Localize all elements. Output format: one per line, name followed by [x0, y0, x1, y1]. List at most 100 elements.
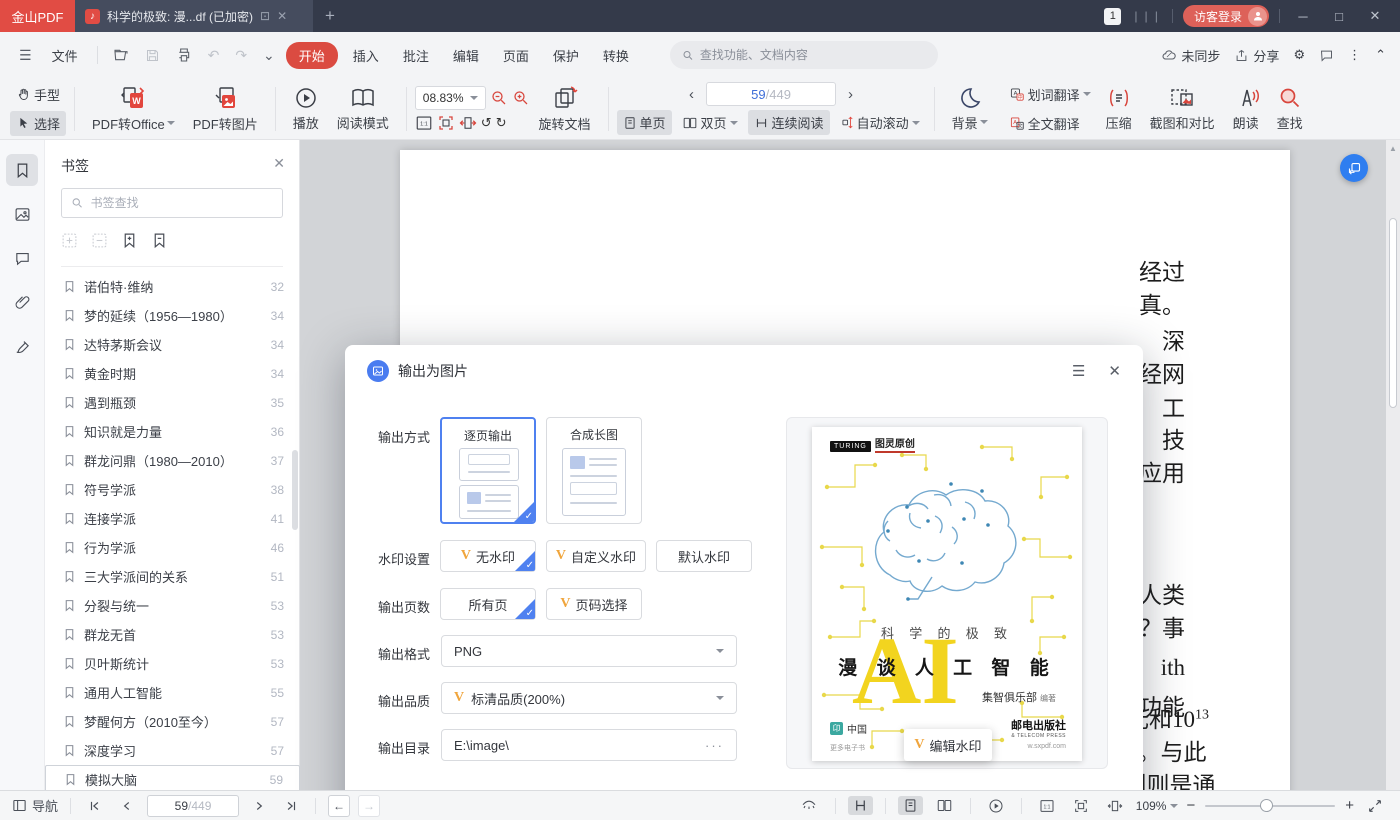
tab-start[interactable]: 开始 — [286, 42, 338, 69]
output-directory-field[interactable]: E:\image\··· — [441, 729, 737, 761]
navigation-toggle-button[interactable]: 导航 — [12, 796, 58, 815]
close-tab-icon[interactable]: ✕ — [277, 9, 287, 23]
fit-width-button[interactable] — [459, 114, 477, 132]
pdf-to-image-button[interactable]: PDF转图片 — [184, 85, 267, 133]
bookmark-search[interactable] — [61, 188, 283, 218]
double-page-mode-button[interactable] — [931, 796, 958, 815]
tab-annotate[interactable]: 批注 — [394, 42, 438, 69]
rotate-right-icon[interactable]: ↻ — [496, 115, 507, 131]
edit-watermark-button[interactable]: V编辑水印 — [904, 729, 992, 761]
tab-protect[interactable]: 保护 — [544, 42, 588, 69]
panel-scrollbar-thumb[interactable] — [292, 450, 298, 530]
menu-file[interactable]: 文件 — [43, 42, 87, 69]
bookmark-item[interactable]: 诺伯特·维纳32 — [45, 272, 300, 301]
tab-convert[interactable]: 转换 — [594, 42, 638, 69]
find-button[interactable]: 查找 — [1268, 86, 1312, 132]
reading-mode-button[interactable]: 阅读模式 — [328, 86, 398, 132]
pdf-to-office-button[interactable]: W PDF转Office — [83, 85, 184, 133]
add-bookmark-button[interactable] — [121, 232, 138, 249]
bookmark-item[interactable]: 达特茅斯会议34 — [45, 330, 300, 359]
single-page-button[interactable]: 单页 — [617, 110, 672, 135]
bookmark-item[interactable]: 贝叶斯统计53 — [45, 649, 300, 678]
window-count-badge[interactable]: 1 — [1104, 8, 1121, 25]
panel-close-icon[interactable]: ✕ — [273, 155, 285, 172]
bookmark-item[interactable]: 深度学习57 — [45, 736, 300, 765]
save-icon[interactable] — [140, 45, 165, 66]
open-file-icon[interactable] — [108, 44, 134, 66]
dialog-menu-icon[interactable]: ☰ — [1072, 362, 1085, 380]
select-tool[interactable]: 选择 — [10, 111, 66, 136]
redo-icon[interactable]: ↷ — [230, 44, 252, 67]
prev-page-button[interactable]: ‹ — [681, 86, 702, 103]
hand-tool[interactable]: 手型 — [10, 82, 66, 107]
single-page-mode-button[interactable] — [898, 796, 923, 815]
sync-status[interactable]: 未同步 — [1161, 46, 1220, 65]
bookmark-search-input[interactable] — [91, 196, 273, 210]
remove-bookmark-button[interactable] — [151, 232, 168, 249]
bookmark-item[interactable]: 三大学派间的关系51 — [45, 562, 300, 591]
zoom-in-button[interactable]: + — [1345, 797, 1354, 814]
minimize-button[interactable]: ─ — [1290, 9, 1316, 24]
collapse-ribbon-icon[interactable]: ⌃ — [1375, 47, 1386, 63]
watermark-option-custom[interactable]: V自定义水印 — [546, 540, 646, 572]
bookmark-item[interactable]: 分裂与统一53 — [45, 591, 300, 620]
chevron-down-icon[interactable]: ⌄ — [258, 44, 280, 67]
play-button[interactable]: 播放 — [284, 86, 328, 132]
collapse-all-button[interactable] — [91, 232, 108, 249]
quality-select[interactable]: V标清品质(200%) — [441, 682, 737, 714]
continuous-reading-button[interactable]: 连续阅读 — [748, 110, 830, 135]
screenshot-compare-button[interactable]: 截图和对比 — [1141, 86, 1224, 132]
full-translate-button[interactable]: A文全文翻译 — [1003, 111, 1097, 136]
bookmark-item[interactable]: 梦的延续（1956—1980）34 — [45, 301, 300, 330]
window-stack-icon[interactable]: ❘❘❘ — [1131, 10, 1162, 23]
app-tab[interactable]: 金山PDF — [0, 0, 75, 32]
browse-ellipsis-icon[interactable]: ··· — [705, 738, 724, 753]
history-forward-button[interactable]: → — [358, 795, 380, 817]
last-page-button[interactable] — [279, 797, 303, 815]
new-tab-button[interactable]: + — [313, 0, 347, 32]
signature-panel-button[interactable] — [6, 330, 38, 362]
read-aloud-button[interactable]: 朗读 — [1224, 86, 1268, 132]
page-number-box[interactable]: 59/449 — [706, 82, 836, 106]
actual-size-button[interactable]: 1:1 — [415, 114, 433, 132]
feedback-icon[interactable] — [1319, 48, 1334, 63]
document-tab[interactable]: ♪ 科学的极致: 漫...df (已加密) ⊡ ✕ — [75, 0, 313, 32]
double-page-button[interactable]: 双页 — [676, 110, 744, 135]
pages-option-all[interactable]: 所有页✓ — [440, 588, 536, 620]
eye-protect-button[interactable] — [795, 796, 823, 816]
format-select[interactable]: PNG — [441, 635, 737, 667]
previous-page-button[interactable] — [115, 797, 139, 815]
settings-gear-icon[interactable]: ⚙ — [1293, 47, 1305, 63]
background-button[interactable]: 背景 — [943, 86, 997, 132]
tab-insert[interactable]: 插入 — [344, 42, 388, 69]
pages-option-select[interactable]: V页码选择 — [546, 588, 642, 620]
kebab-menu-icon[interactable]: ⋮ — [1348, 47, 1361, 63]
next-page-button[interactable]: › — [840, 86, 861, 103]
hamburger-icon[interactable]: ☰ — [14, 44, 37, 67]
attachments-panel-button[interactable] — [6, 286, 38, 318]
bookmark-item[interactable]: 黄金时期34 — [45, 359, 300, 388]
bookmark-item[interactable]: 群龙问鼎（1980—2010）37 — [45, 446, 300, 475]
rotate-left-icon[interactable]: ↺ — [481, 115, 492, 131]
statusbar-page-box[interactable]: 59/449 — [147, 795, 239, 817]
thumbnails-panel-button[interactable] — [6, 198, 38, 230]
first-page-button[interactable] — [83, 797, 107, 815]
comments-panel-button[interactable] — [6, 242, 38, 274]
pin-tab-icon[interactable]: ⊡ — [260, 9, 270, 23]
login-button[interactable]: 访客登录 — [1183, 5, 1269, 27]
mode-option-long-image[interactable]: 合成长图 — [546, 417, 642, 524]
actual-size-button[interactable]: 1:1 — [1034, 796, 1060, 816]
compress-button[interactable]: 压缩 — [1097, 86, 1141, 132]
bookmark-item[interactable]: 通用人工智能55 — [45, 678, 300, 707]
zoom-slider[interactable] — [1205, 805, 1335, 807]
maximize-button[interactable]: □ — [1326, 9, 1352, 24]
fit-width-button[interactable] — [1102, 796, 1128, 816]
auto-scroll-button[interactable]: 自动滚动 — [834, 110, 926, 135]
word-translate-button[interactable]: A中划词翻译 — [1003, 82, 1097, 107]
history-back-button[interactable]: ← — [328, 795, 350, 817]
dialog-close-icon[interactable]: ✕ — [1108, 362, 1121, 380]
convert-floating-button[interactable] — [1340, 154, 1368, 182]
bookmark-item-selected[interactable]: 模拟大脑59 — [45, 765, 300, 790]
fit-page-button[interactable] — [437, 114, 455, 132]
zoom-out-button[interactable] — [490, 89, 508, 107]
